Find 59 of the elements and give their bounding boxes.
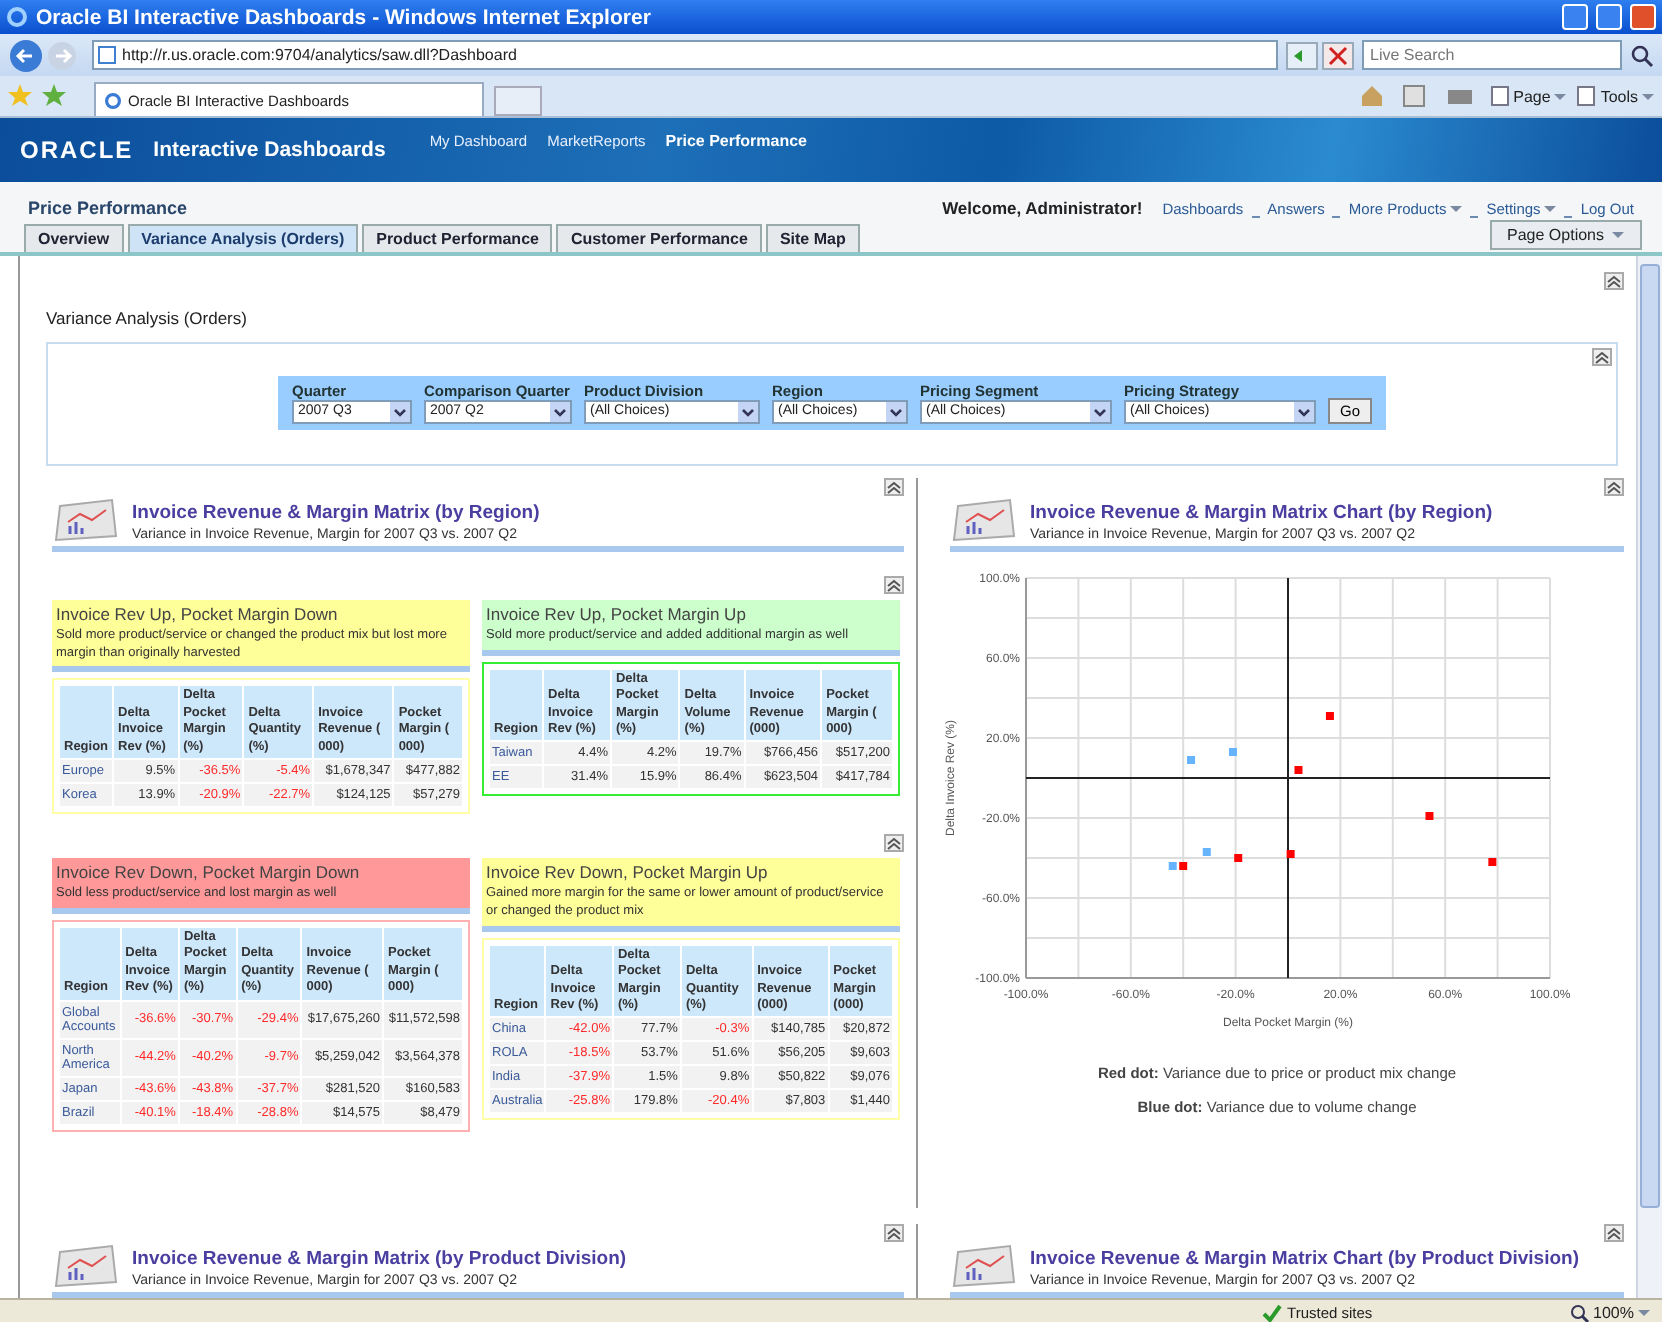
data-point[interactable] [1425, 811, 1434, 820]
report-icon [950, 497, 1018, 542]
dashboard-tab[interactable]: Product Performance [362, 224, 553, 252]
page-icon [98, 46, 116, 64]
page-options-button[interactable]: Page Options [1489, 220, 1642, 250]
collapse-icon[interactable] [884, 834, 904, 853]
collapse-icon[interactable] [1604, 1224, 1624, 1243]
browser-icon [6, 6, 28, 28]
report-title[interactable]: Invoice Revenue & Margin Matrix (by Product Division) [132, 1248, 627, 1271]
page-title: Price Performance [28, 198, 190, 218]
data-point[interactable] [1286, 849, 1295, 858]
address-field[interactable]: http://r.us.oracle.com:9704/analytics/saw.dll?Dashboard [92, 40, 1278, 70]
dashboard-tab[interactable]: Site Map [765, 224, 860, 252]
dashboard-tab[interactable]: Overview [24, 224, 124, 252]
logo: ORACLE [20, 136, 134, 164]
collapse-icon[interactable] [1592, 347, 1612, 366]
collapse-icon[interactable] [884, 575, 904, 594]
dashboard-tab[interactable]: Customer Performance [556, 224, 762, 252]
quadrant-title: Invoice Rev Up, Pocket Margin Up [486, 603, 748, 624]
checkmark-icon [1261, 1303, 1282, 1322]
collapse-icon[interactable] [884, 477, 904, 496]
data-point[interactable] [1179, 861, 1188, 870]
quadrant-title: Invoice Rev Down, Pocket Margin Down [56, 862, 362, 883]
zoom-icon [1569, 1303, 1590, 1322]
data-point[interactable] [1294, 765, 1303, 774]
refresh-stop-icon[interactable] [1286, 41, 1354, 69]
search-field[interactable]: Live Search [1362, 40, 1622, 70]
app-title: Interactive Dashboards [153, 138, 386, 162]
scrollbar[interactable] [1636, 256, 1662, 1298]
collapse-icon[interactable] [1604, 477, 1624, 496]
report-title[interactable]: Invoice Revenue & Margin Matrix Chart (by Product Division) [1030, 1248, 1579, 1271]
quadrant-title: Invoice Rev Up, Pocket Margin Down [56, 603, 340, 624]
section-title: Variance Analysis (Orders) [46, 307, 249, 328]
close-button[interactable] [1630, 4, 1656, 30]
search-icon[interactable] [1630, 43, 1654, 67]
report-icon [950, 1244, 1018, 1289]
data-point[interactable] [1234, 853, 1243, 862]
report-icon [52, 497, 120, 542]
quadrant-title: Invoice Rev Down, Pocket Margin Up [486, 862, 770, 883]
welcome-text: Welcome, Administrator! [942, 198, 1143, 218]
report-title[interactable]: Invoice Revenue & Margin Matrix Chart (by Region) [1030, 501, 1493, 524]
browser-icon [104, 91, 122, 109]
command-menu[interactable]: Page [1489, 86, 1567, 106]
collapse-icon[interactable] [884, 1224, 904, 1243]
favorites-icon[interactable] [8, 84, 68, 108]
nav-link[interactable]: Price Performance [665, 131, 807, 149]
data-point[interactable] [1488, 857, 1497, 866]
minimize-button[interactable] [1562, 4, 1588, 30]
zoom-control[interactable]: 100% [1569, 1303, 1650, 1322]
dashboard-tab[interactable]: Variance Analysis (Orders) [127, 224, 359, 252]
data-point[interactable] [1325, 711, 1334, 720]
maximize-button[interactable] [1596, 4, 1622, 30]
page-icon [1576, 86, 1597, 106]
command-menu[interactable]: Tools [1576, 86, 1654, 106]
page-icon [1489, 86, 1510, 106]
collapse-icon[interactable] [1604, 272, 1624, 290]
window-title: Oracle BI Interactive Dashboards - Windows Internet Explorer [36, 5, 653, 29]
report-icon [52, 1244, 120, 1289]
report-title[interactable]: Invoice Revenue & Margin Matrix (by Region) [132, 501, 540, 524]
